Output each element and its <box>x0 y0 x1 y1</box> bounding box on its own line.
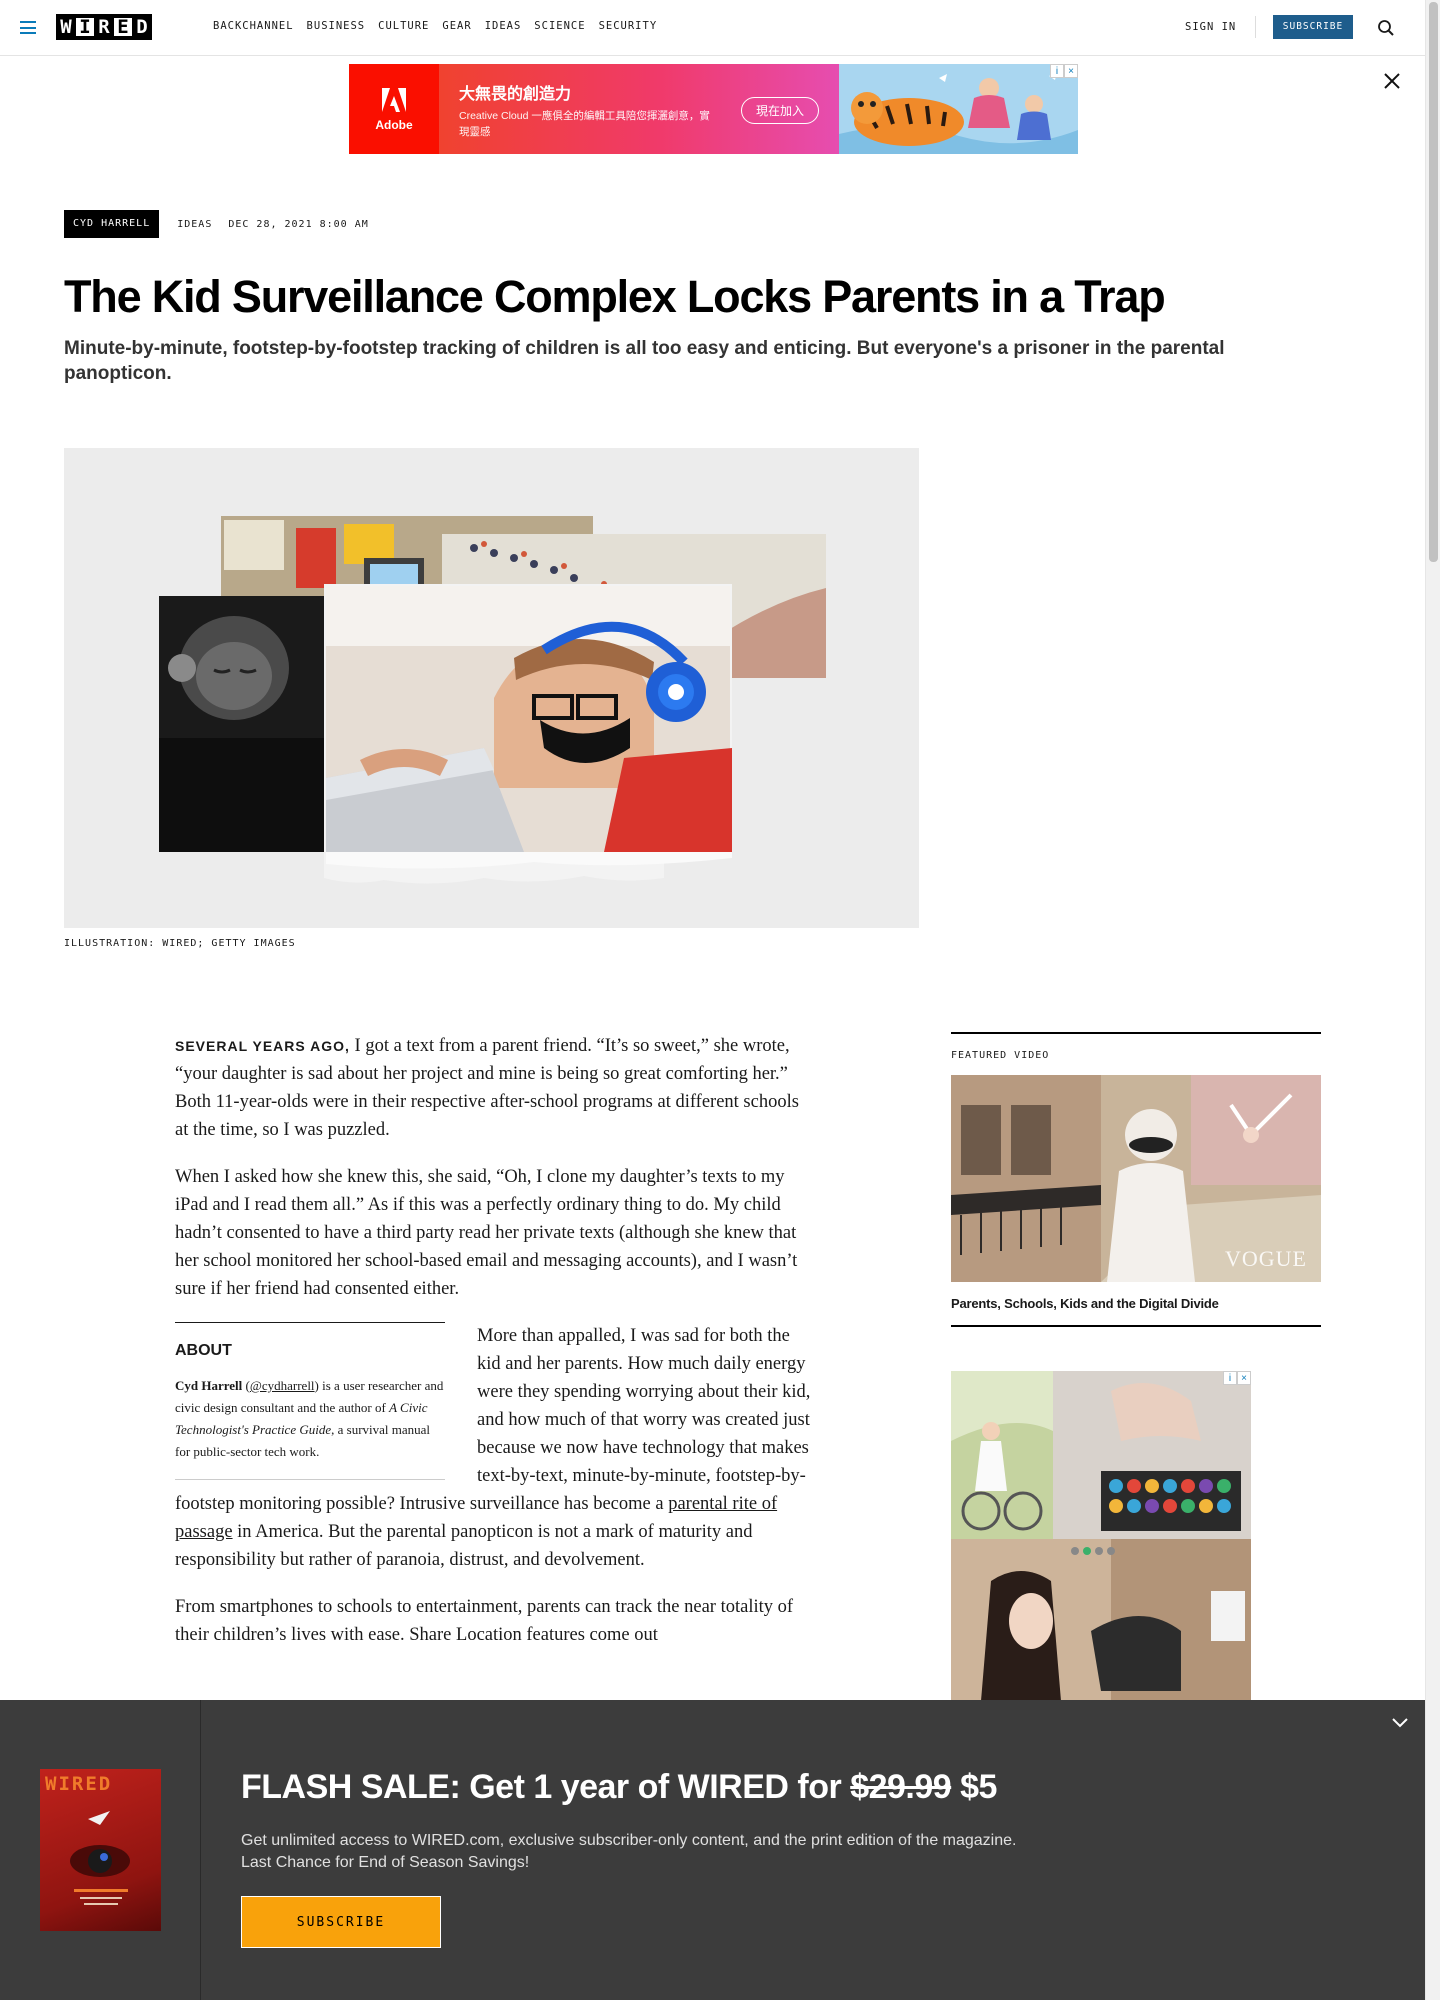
scrollbar[interactable] <box>1425 0 1440 2000</box>
logo-letter: I <box>76 14 94 40</box>
about-paren: ( <box>242 1378 250 1393</box>
lead-in: SEVERAL YEARS AGO, <box>175 1038 350 1054</box>
paragraph: SEVERAL YEARS AGO, I got a text from a p… <box>175 1032 815 1144</box>
flash-sale-description: Get unlimited access to WIRED.com, exclu… <box>241 1830 1141 1874</box>
ad-choices[interactable]: i × <box>1050 64 1078 78</box>
paragraph: From smartphones to schools to entertain… <box>175 1597 794 1645</box>
ad-illustration: i × <box>839 64 1078 154</box>
magazine-cover: WIRED <box>40 1769 161 1931</box>
flash-divider <box>200 1700 201 2000</box>
new-price: $5 <box>951 1768 997 1806</box>
vogue-watermark: VOGUE <box>1225 1246 1307 1271</box>
video-thumbnail[interactable]: VOGUE <box>951 1075 1321 1282</box>
featured-video: FEATURED VIDEO VOGUE Parents, Schools, K… <box>951 1032 1321 1327</box>
featured-label: FEATURED VIDEO <box>951 1050 1050 1061</box>
adobe-logo-icon <box>382 88 406 112</box>
ad-join-button[interactable]: 現在加入 <box>740 97 819 124</box>
menu-icon[interactable] <box>20 21 36 34</box>
scrollbar-thumb[interactable] <box>1429 2 1438 562</box>
author-tag[interactable]: CYD HARRELL <box>64 210 160 238</box>
flash-sale-banner: WIRED FLASH SALE: Get 1 year of WIRED fo… <box>0 1700 1425 2000</box>
about-author-box: ABOUT Cyd Harrell (@cydharrell) is a use… <box>175 1322 445 1480</box>
flash-sale-headline: FLASH SALE: Get 1 year of WIRED for $29.… <box>241 1768 997 1807</box>
article-dek: Minute-by-minute, footstep-by-footstep t… <box>64 338 1225 384</box>
logo-letter: R <box>94 14 114 40</box>
top-nav: W I R E D BACKCHANNEL BUSINESS CULTURE G… <box>0 0 1425 56</box>
headline-text: FLASH SALE: Get 1 year of WIRED for <box>241 1768 851 1806</box>
tiger-illustration <box>839 64 1078 154</box>
flash-subscribe-button[interactable]: SUBSCRIBE <box>241 1896 441 1948</box>
paragraph: When I asked how she knew this, she said… <box>175 1167 798 1299</box>
article-body: SEVERAL YEARS AGO, I got a text from a p… <box>175 1032 815 1668</box>
nav-divider <box>1255 16 1256 38</box>
video-title[interactable]: Parents, Schools, Kids and the Digital D… <box>951 1296 1321 1327</box>
article-headline: The Kid Surveillance Complex Locks Paren… <box>64 271 1166 322</box>
wired-logo[interactable]: W I R E D <box>56 14 152 40</box>
image-caption: ILLUSTRATION: WIRED; GETTY IMAGES <box>64 938 296 949</box>
about-heading: ABOUT <box>175 1342 232 1359</box>
adobe-name: Adobe <box>375 118 413 132</box>
lead-image <box>64 448 919 928</box>
nav-link-ideas[interactable]: IDEAS <box>485 20 522 32</box>
nav-link-gear[interactable]: GEAR <box>442 20 471 32</box>
about-text: Cyd Harrell (@cydharrell) is a user rese… <box>175 1375 445 1463</box>
sidebar-ad-creative <box>951 1371 1251 1701</box>
logo-letter: D <box>132 14 152 40</box>
logo-letter: W <box>56 14 76 40</box>
nav-link-culture[interactable]: CULTURE <box>378 20 429 32</box>
byline-row: CYD HARRELL IDEAS DEC 28, 2021 8:00 AM <box>64 210 369 238</box>
ad-text: Creative Cloud 一應俱全的編輯工具陪您揮灑創意，實現靈感 <box>459 110 710 138</box>
ad-copy: 大無畏的創造力 Creative Cloud 一應俱全的編輯工具陪您揮灑創意，實… <box>439 64 839 154</box>
sidebar-ad[interactable]: i × <box>951 1371 1251 1701</box>
old-price: $29.99 <box>850 1768 952 1806</box>
nav-link-science[interactable]: SCIENCE <box>534 20 585 32</box>
ad-close-icon[interactable]: × <box>1064 64 1078 78</box>
nav-link-business[interactable]: BUSINESS <box>307 20 366 32</box>
nav-link-security[interactable]: SECURITY <box>599 20 658 32</box>
adobe-logo-block: Adobe <box>349 64 439 154</box>
ad-choices[interactable]: i × <box>1223 1371 1251 1385</box>
nav-link-backchannel[interactable]: BACKCHANNEL <box>213 20 294 32</box>
collage-illustration <box>64 448 919 928</box>
description-line: Get unlimited access to WIRED.com, exclu… <box>241 1832 1017 1849</box>
close-ad-icon[interactable] <box>1383 72 1401 90</box>
description-line: Last Chance for End of Season Savings! <box>241 1854 530 1871</box>
chevron-down-icon[interactable] <box>1390 1712 1410 1732</box>
ad-info-icon[interactable]: i <box>1050 64 1064 78</box>
publish-date: DEC 28, 2021 8:00 AM <box>228 218 369 230</box>
author-name: Cyd Harrell <box>175 1378 243 1393</box>
search-icon[interactable] <box>1377 19 1395 37</box>
section-links: BACKCHANNEL BUSINESS CULTURE GEAR IDEAS … <box>213 20 670 32</box>
subscribe-button[interactable]: SUBSCRIBE <box>1273 15 1353 39</box>
category-link[interactable]: IDEAS <box>177 219 212 230</box>
paragraph-text: in America. But the parental panopticon … <box>175 1522 753 1570</box>
cover-art <box>70 1811 130 1905</box>
logo-letter: E <box>114 14 132 40</box>
sign-in-link[interactable]: SIGN IN <box>1185 21 1236 33</box>
adobe-ad-banner[interactable]: Adobe 大無畏的創造力 Creative Cloud 一應俱全的編輯工具陪您… <box>349 64 1078 154</box>
author-twitter-link[interactable]: @cydharrell <box>250 1378 315 1393</box>
ad-close-icon[interactable]: × <box>1237 1371 1251 1385</box>
ad-info-icon[interactable]: i <box>1223 1371 1237 1385</box>
